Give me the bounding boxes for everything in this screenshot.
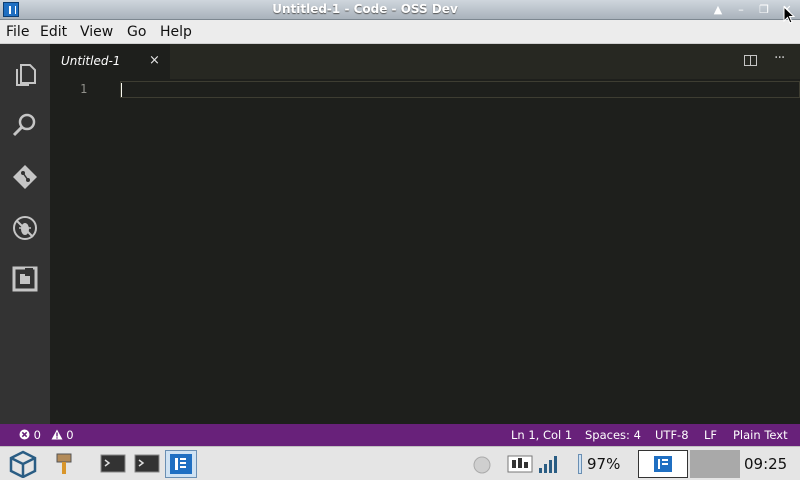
menu-file[interactable]: File bbox=[6, 24, 29, 40]
error-count: 0 bbox=[33, 428, 41, 442]
code-oss-icon bbox=[654, 456, 672, 472]
status-bar: 0 0 Ln 1, Col 1 Spaces: 4 UTF-8 LF Plain… bbox=[0, 424, 800, 446]
editor-tab-bar: Untitled-1 × ··· bbox=[50, 44, 800, 79]
eol-setting[interactable]: LF bbox=[704, 428, 717, 442]
editor-area[interactable]: 1 bbox=[50, 79, 800, 424]
menu-help[interactable]: Help bbox=[160, 24, 192, 40]
mouse-pointer-icon bbox=[783, 6, 795, 24]
search-icon[interactable] bbox=[10, 110, 40, 140]
taskbar: 97% 09:25 bbox=[0, 446, 800, 480]
problems-indicator[interactable]: 0 0 bbox=[19, 428, 74, 442]
cursor-position[interactable]: Ln 1, Col 1 bbox=[511, 428, 572, 442]
warning-count: 0 bbox=[66, 428, 74, 442]
error-icon bbox=[19, 429, 30, 440]
debug-icon[interactable] bbox=[10, 213, 40, 243]
encoding-setting[interactable]: UTF-8 bbox=[655, 428, 689, 442]
maximize-icon[interactable]: ❐ bbox=[755, 3, 773, 17]
workspace-2[interactable] bbox=[690, 450, 740, 478]
split-editor-icon[interactable] bbox=[744, 55, 757, 66]
code-oss-icon[interactable] bbox=[165, 450, 197, 478]
extensions-icon[interactable] bbox=[10, 264, 40, 294]
terminal-icon[interactable] bbox=[133, 450, 161, 478]
language-mode[interactable]: Plain Text bbox=[733, 428, 788, 442]
title-bar: Untitled-1 - Code - OSS Dev ▲ – ❐ ✕ bbox=[0, 0, 800, 20]
menu-go[interactable]: Go bbox=[127, 24, 146, 40]
line-number: 1 bbox=[80, 82, 88, 96]
activity-bar bbox=[0, 44, 50, 424]
window-title: Untitled-1 - Code - OSS Dev bbox=[272, 2, 458, 16]
battery-bar bbox=[578, 454, 582, 474]
shade-icon[interactable]: ▲ bbox=[709, 3, 727, 17]
menu-bar: File Edit View Go Help bbox=[0, 20, 800, 44]
more-actions-icon[interactable]: ··· bbox=[774, 50, 785, 66]
menu-view[interactable]: View bbox=[80, 24, 113, 40]
cpu-monitor-icon[interactable] bbox=[506, 450, 534, 478]
tab-label: Untitled-1 bbox=[61, 54, 121, 68]
terminal-icon[interactable] bbox=[99, 450, 127, 478]
settings-tool-icon[interactable] bbox=[52, 450, 76, 478]
app-menu-icon[interactable] bbox=[8, 450, 38, 478]
warning-icon bbox=[51, 429, 63, 440]
source-control-icon[interactable] bbox=[10, 162, 40, 192]
current-line-highlight bbox=[120, 81, 800, 98]
explorer-icon[interactable] bbox=[10, 59, 40, 89]
network-icon[interactable] bbox=[470, 450, 494, 478]
tab-untitled-1[interactable]: Untitled-1 × bbox=[50, 44, 170, 79]
workspace-1[interactable] bbox=[638, 450, 688, 478]
text-cursor bbox=[121, 83, 122, 97]
menu-edit[interactable]: Edit bbox=[40, 24, 67, 40]
indentation-setting[interactable]: Spaces: 4 bbox=[585, 428, 641, 442]
tab-close-icon[interactable]: × bbox=[149, 53, 160, 68]
clock[interactable]: 09:25 bbox=[744, 455, 787, 473]
battery-percentage[interactable]: 97% bbox=[587, 455, 620, 473]
signal-icon[interactable] bbox=[536, 450, 560, 478]
minimize-icon[interactable]: – bbox=[732, 3, 750, 17]
